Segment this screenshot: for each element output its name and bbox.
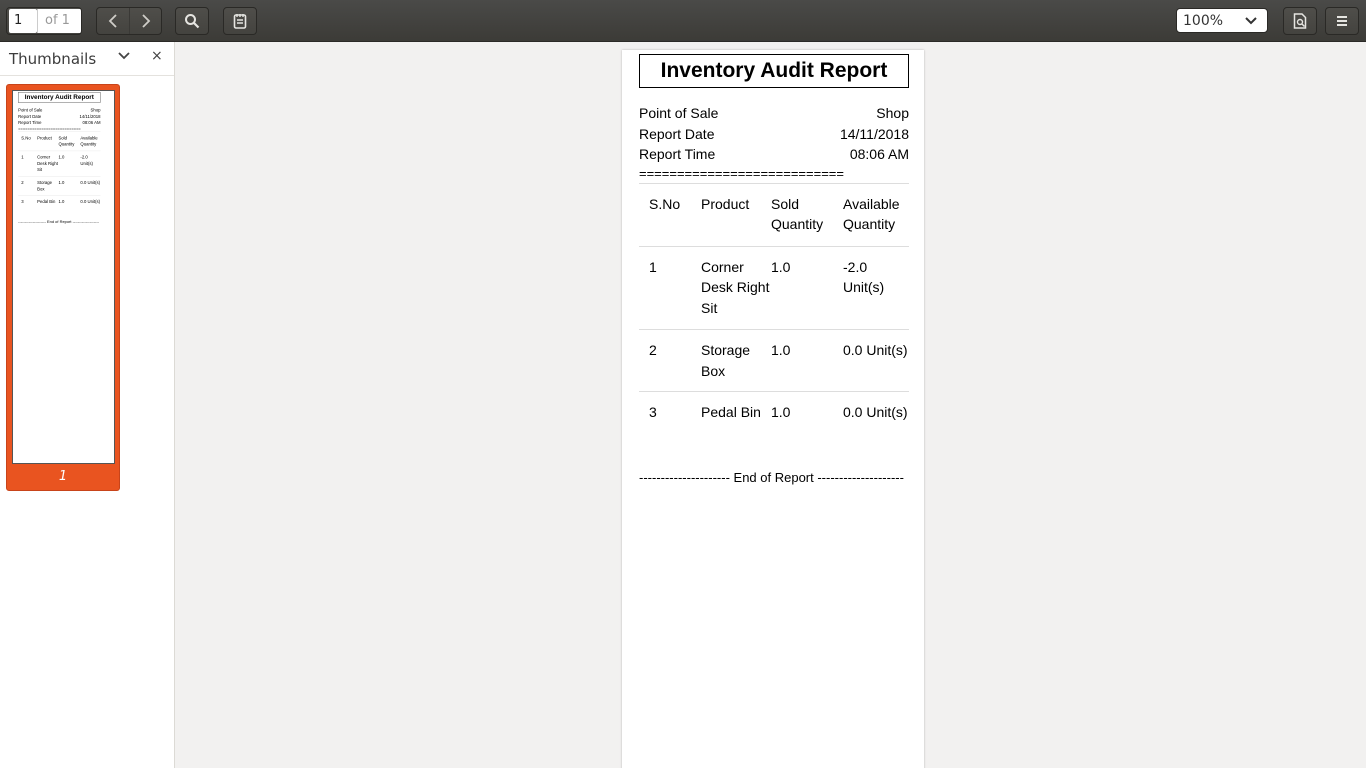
meta-row: Report Time 08:06 AM: [639, 144, 909, 165]
close-sidebar-button[interactable]: ×: [151, 48, 163, 64]
cell-sno: 2: [649, 342, 657, 358]
search-button[interactable]: [175, 7, 209, 35]
search-icon: [185, 14, 200, 29]
thumbnail-content: Inventory Audit Report Point of Sale Sho…: [13, 91, 105, 224]
sidebar-header: Thumbnails ×: [0, 42, 174, 76]
cell-sold: 1.0: [58, 198, 65, 204]
meta-label: Point of Sale: [639, 105, 719, 121]
cell-available: 0.0 Unit(s): [80, 180, 101, 185]
cell-sno: 3: [21, 198, 24, 204]
meta-value: 08:06 AM: [849, 146, 909, 162]
document-page: Inventory Audit Report Point of Sale Sho…: [622, 50, 924, 768]
page-nav-buttons: [96, 7, 162, 35]
thumbnail-preview: Inventory Audit Report Point of Sale Sho…: [12, 90, 115, 464]
header-product: Product: [37, 135, 52, 141]
meta-value: Shop: [876, 105, 909, 121]
cell-sold: 1.0: [58, 180, 65, 185]
meta-label: Report Time: [18, 120, 42, 126]
report-title: Inventory Audit Report: [639, 54, 909, 88]
cell-product: Pedal Bin: [37, 198, 56, 204]
page-number-input[interactable]: 1: [9, 9, 37, 33]
cell-available: 0.0 Unit(s): [80, 198, 101, 204]
cell-available: 0.0 Unit(s): [843, 342, 908, 358]
header-sold: Sold Quantity: [771, 195, 824, 233]
table-row: 3 Pedal Bin 1.0 0.0 Unit(s): [639, 392, 909, 433]
header-available: Available Quantity: [80, 135, 98, 147]
meta-row: Point of Sale Shop: [639, 103, 909, 124]
annotations-icon: [233, 14, 247, 29]
cell-product: Corner Desk Right Sit: [701, 258, 770, 316]
end-of-report-line: --------------------- End of Report ----…: [18, 218, 99, 224]
separator-line: ===========================: [639, 165, 844, 179]
cell-available: 0.0 Unit(s): [843, 404, 908, 420]
table-row: 1 Corner Desk Right Sit 1.0 -2.0 Unit(s): [639, 247, 909, 330]
prev-page-button[interactable]: [97, 8, 129, 34]
sidebar-title[interactable]: Thumbnails: [9, 50, 96, 68]
next-page-icon: [141, 14, 150, 28]
meta-label: Report Time: [639, 146, 716, 162]
table-header-row: S.No Product Sold Quantity Available Qua…: [639, 184, 909, 247]
menu-icon: [1337, 16, 1347, 26]
header-sno: S.No: [21, 135, 31, 141]
table-row: 2 Storage Box 1.0 0.0 Unit(s): [18, 176, 101, 196]
cell-sold: 1.0: [58, 154, 65, 160]
document-properties-button[interactable]: [1283, 7, 1317, 35]
cell-sno: 3: [649, 404, 657, 420]
header-sold: Sold Quantity: [58, 135, 75, 147]
table-row: 3 Pedal Bin 1.0 0.0 Unit(s): [18, 195, 100, 207]
meta-value: 14/11/2018: [839, 125, 909, 142]
zoom-select[interactable]: 100%: [1176, 8, 1268, 33]
report-table: S.No Product Sold Quantity Available Qua…: [639, 182, 909, 433]
cell-sno: 1: [21, 154, 24, 160]
table-header-row: S.No Product Sold Quantity Available Qua…: [18, 132, 101, 151]
cell-available: -2.0 Unit(s): [843, 258, 885, 296]
cell-available: -2.0 Unit(s): [80, 154, 93, 166]
cell-product: Storage Box: [37, 180, 53, 192]
cell-sold: 1.0: [771, 404, 791, 420]
table-row: 1 Corner Desk Right Sit 1.0 -2.0 Unit(s): [18, 151, 101, 177]
meta-value: 08:06 AM: [82, 120, 101, 126]
report-table: S.No Product Sold Quantity Available Qua…: [18, 131, 101, 207]
cell-sno: 2: [21, 180, 24, 185]
separator-line: ===========================: [18, 126, 81, 131]
cell-sno: 1: [649, 258, 657, 275]
report-title: Inventory Audit Report: [18, 92, 101, 103]
page-total-label: of 1: [37, 9, 81, 33]
prev-page-icon: [108, 14, 117, 28]
page-navigator: 1 of 1: [6, 7, 82, 35]
cell-sold: 1.0: [771, 342, 791, 358]
end-of-report-line: --------------------- End of Report ----…: [639, 469, 904, 485]
toolbar: 1 of 1 100%: [0, 0, 1366, 42]
meta-row: Report Date 14/11/2018: [639, 124, 909, 145]
thumbnail-page-number: 1: [58, 469, 68, 484]
sidebar: Thumbnails × Inventory Audit Report Poin…: [0, 42, 175, 768]
meta-label: Report Date: [639, 125, 715, 142]
menu-button[interactable]: [1325, 7, 1359, 35]
header-available: Available Quantity: [843, 195, 900, 233]
header-sno: S.No: [649, 195, 681, 212]
page-thumbnail[interactable]: Inventory Audit Report Point of Sale Sho…: [6, 84, 120, 491]
cell-sold: 1.0: [771, 258, 791, 275]
cell-product: Corner Desk Right Sit: [37, 154, 58, 172]
document-properties-icon: [1293, 13, 1307, 29]
thumbnail-report: Inventory Audit Report Point of Sale Sho…: [13, 91, 105, 224]
document-view[interactable]: Inventory Audit Report Point of Sale Sho…: [175, 42, 1366, 768]
header-product: Product: [701, 195, 750, 212]
next-page-button[interactable]: [129, 8, 161, 34]
chevron-down-icon[interactable]: [118, 52, 130, 60]
table-row: 2 Storage Box 1.0 0.0 Unit(s): [639, 330, 909, 392]
zoom-value: 100%: [1183, 12, 1224, 29]
cell-product: Storage Box: [701, 342, 751, 379]
annotations-button[interactable]: [223, 7, 257, 35]
chevron-down-icon: [1245, 16, 1257, 24]
report: Inventory Audit Report Point of Sale Sho…: [622, 50, 924, 488]
cell-product: Pedal Bin: [701, 404, 761, 420]
